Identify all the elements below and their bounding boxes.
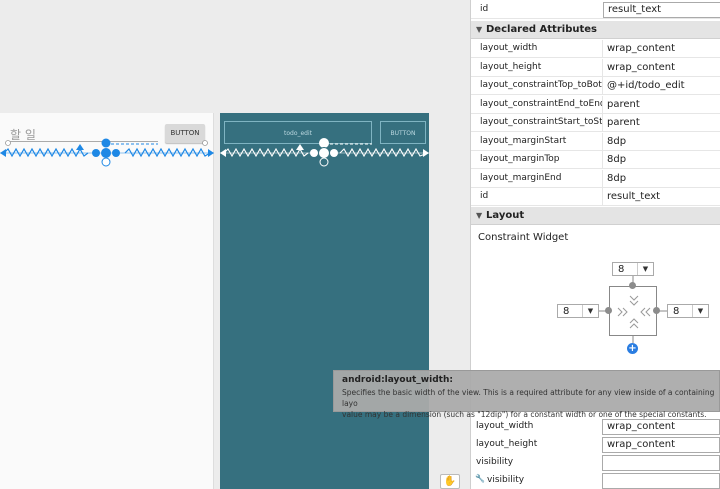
attribute-key: id: [480, 191, 489, 201]
attribute-value-field[interactable]: wrap_content: [602, 419, 720, 435]
attribute-key: layout_height: [476, 439, 538, 449]
column-divider: [602, 132, 603, 151]
tooltip-line-1: Specifies the basic width of the view. T…: [342, 388, 715, 408]
right-constraint-dot[interactable]: [653, 307, 660, 314]
declared-attribute-row[interactable]: layout_marginTop 8dp: [471, 151, 720, 169]
attribute-tooltip: android:layout_width: Specifies the basi…: [333, 370, 720, 419]
constraint-widget-lines: [599, 276, 667, 343]
tooltip-body: Specifies the basic width of the view. T…: [342, 387, 718, 420]
section-title: Declared Attributes: [486, 24, 597, 35]
left-constraint-dot[interactable]: [605, 307, 612, 314]
declared-attribute-row[interactable]: layout_width wrap_content: [471, 40, 720, 58]
column-divider: [602, 114, 603, 132]
attribute-key: layout_constraintTop_toBott...: [480, 80, 602, 90]
attribute-key: visibility: [476, 457, 514, 467]
attribute-value[interactable]: wrap_content: [607, 62, 675, 73]
constraint-widget-box[interactable]: [609, 286, 657, 336]
declared-attribute-row[interactable]: layout_constraintEnd_toEndOf parent: [471, 95, 720, 114]
id-field[interactable]: result_text: [603, 2, 720, 18]
attribute-value[interactable]: 8dp: [607, 136, 626, 147]
common-attribute-row[interactable]: layout_height wrap_content: [471, 436, 720, 454]
bp-center-handle[interactable]: [318, 147, 330, 159]
attribute-value[interactable]: result_text: [607, 191, 660, 202]
attribute-value[interactable]: @+id/todo_edit: [607, 80, 685, 91]
blueprint-constraints: [220, 138, 429, 167]
bp-right-zigzag: [339, 147, 429, 158]
attribute-key: layout_constraintStart_toSta...: [480, 117, 602, 127]
attribute-key: layout_height: [480, 61, 542, 72]
attribute-value[interactable]: 8dp: [607, 173, 626, 184]
pan-hand-icon[interactable]: ✋: [440, 474, 460, 489]
collapse-triangle-icon[interactable]: ▼: [476, 211, 482, 220]
left-anchor-handle[interactable]: [92, 149, 100, 157]
common-attribute-row[interactable]: 🔧 visibility: [471, 472, 720, 489]
center-handle[interactable]: [101, 148, 111, 158]
tooltip-line-2: value may be a dimension (such as "12dip…: [342, 410, 707, 419]
design-constraints: [0, 138, 214, 167]
top-anchor-handle[interactable]: [101, 138, 111, 148]
attribute-key: id: [480, 4, 489, 14]
attribute-value[interactable]: parent: [607, 117, 640, 128]
declared-attribute-row[interactable]: layout_constraintTop_toBott... @+id/todo_…: [471, 77, 720, 95]
attribute-value[interactable]: parent: [607, 99, 640, 110]
attribute-value[interactable]: 8dp: [607, 154, 626, 165]
attribute-value[interactable]: wrap_content: [607, 43, 675, 54]
column-divider: [602, 188, 603, 206]
declared-attribute-row[interactable]: id result_text: [471, 188, 720, 206]
attribute-key: visibility: [487, 475, 525, 485]
declared-attribute-row[interactable]: layout_constraintStart_toSta... parent: [471, 114, 720, 132]
right-zigzag-constraint: [124, 147, 211, 158]
declared-attributes-header[interactable]: ▼ Declared Attributes: [471, 21, 720, 39]
column-divider: [602, 95, 603, 114]
add-constraint-plus-icon[interactable]: +: [627, 343, 638, 354]
bp-right-handle[interactable]: [330, 149, 338, 157]
attribute-row-id-top: id result_text: [471, 1, 720, 19]
bp-left-zigzag: [223, 147, 309, 158]
bp-left-handle[interactable]: [310, 149, 318, 157]
attribute-value-field[interactable]: [602, 455, 720, 471]
attribute-value-field[interactable]: wrap_content: [602, 437, 720, 453]
declared-attribute-row[interactable]: layout_marginEnd 8dp: [471, 169, 720, 188]
bp-top-handle[interactable]: [319, 138, 329, 148]
attribute-key: layout_width: [480, 43, 538, 53]
attribute-key: layout_marginEnd: [480, 172, 562, 183]
column-divider: [602, 77, 603, 95]
column-divider: [602, 169, 603, 188]
widget-chevrons-icon: [617, 295, 651, 329]
common-attribute-row[interactable]: layout_width wrap_content: [471, 418, 720, 436]
attribute-value-field[interactable]: [602, 473, 720, 489]
section-title: Layout: [486, 210, 525, 221]
tooltip-title: android:layout_width:: [342, 375, 453, 385]
common-attribute-row[interactable]: visibility: [471, 454, 720, 472]
attribute-key: layout_width: [476, 421, 534, 431]
right-anchor-handle[interactable]: [112, 149, 120, 157]
left-zigzag-constraint: [3, 147, 89, 158]
bottom-anchor-handle[interactable]: [101, 157, 111, 167]
column-divider: [602, 40, 603, 58]
attribute-key: layout_marginTop: [480, 154, 560, 164]
column-divider: [602, 151, 603, 169]
collapse-triangle-icon[interactable]: ▼: [476, 25, 482, 34]
column-divider: [602, 58, 603, 77]
constraint-widget-label: Constraint Widget: [478, 232, 569, 243]
top-constraint-dot[interactable]: [629, 282, 636, 289]
attribute-key: layout_marginStart: [480, 135, 567, 146]
wrench-icon: 🔧: [475, 474, 485, 483]
bp-bottom-handle[interactable]: [319, 157, 329, 167]
layout-section-header[interactable]: ▼ Layout: [471, 207, 720, 225]
declared-attribute-row[interactable]: layout_marginStart 8dp: [471, 132, 720, 151]
declared-attribute-row[interactable]: layout_height wrap_content: [471, 58, 720, 77]
attribute-key: layout_constraintEnd_toEndOf: [480, 98, 602, 109]
